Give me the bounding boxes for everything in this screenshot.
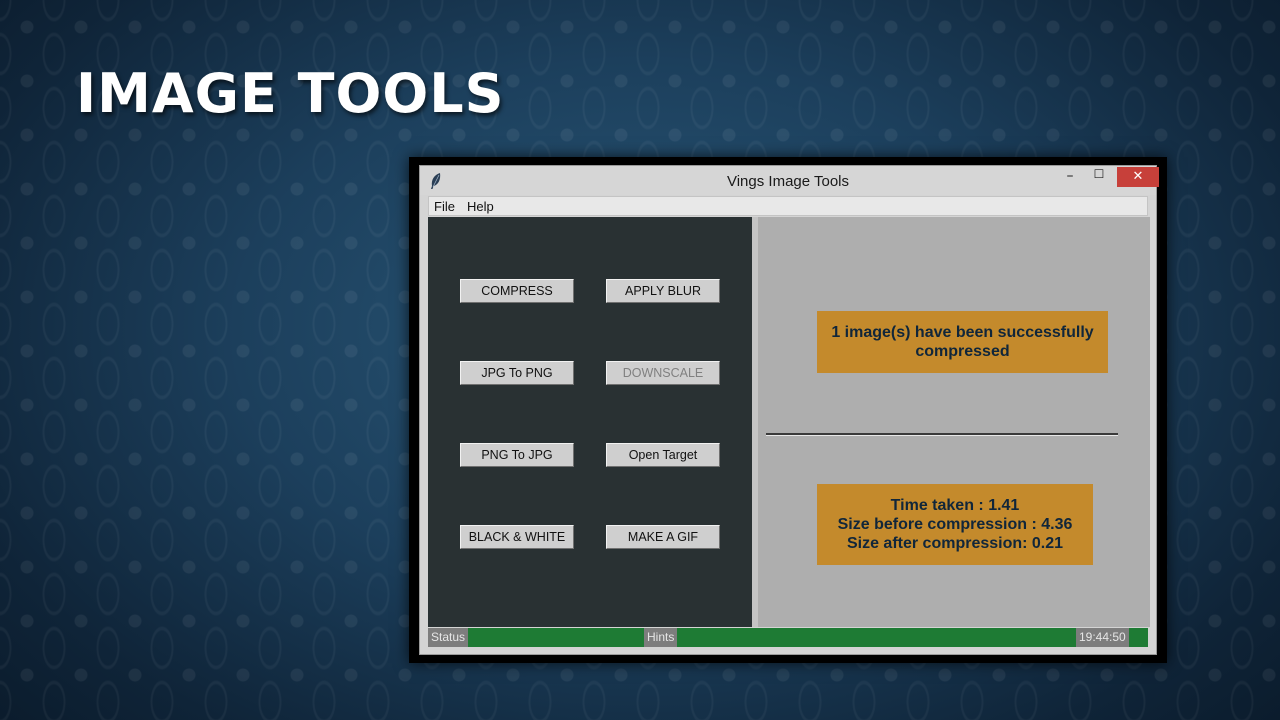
downscale-button[interactable]: DOWNSCALE xyxy=(606,361,720,385)
title-bar[interactable]: Vings Image Tools – ☐ ✕ xyxy=(420,166,1159,195)
menu-bar: File Help xyxy=(428,196,1148,216)
size-after-text: Size after compression: 0.21 xyxy=(846,535,1064,552)
window-title: Vings Image Tools xyxy=(726,173,850,190)
status-label: Status xyxy=(428,628,469,647)
menu-file[interactable]: File xyxy=(434,199,455,214)
separator-line xyxy=(766,433,1118,436)
tools-panel: COMPRESS APPLY BLUR JPG To PNG DOWNSCALE… xyxy=(428,217,752,627)
stats-message: Time taken : 1.41 Size before compressio… xyxy=(817,484,1093,565)
maximize-button[interactable]: ☐ xyxy=(1085,167,1113,188)
png-to-jpg-button[interactable]: PNG To JPG xyxy=(460,443,574,467)
menu-help[interactable]: Help xyxy=(467,199,494,214)
screenshot-frame: Vings Image Tools – ☐ ✕ File Help COMPRE… xyxy=(409,157,1167,663)
size-before-text: Size before compression : 4.36 xyxy=(837,516,1073,533)
success-line: 1 image(s) have been successfully xyxy=(831,324,1094,341)
minimize-button[interactable]: – xyxy=(1056,168,1084,189)
hints-label: Hints xyxy=(644,628,678,647)
jpg-to-png-button[interactable]: JPG To PNG xyxy=(460,361,574,385)
success-line: compressed xyxy=(915,343,1010,360)
time-taken-text: Time taken : 1.41 xyxy=(890,497,1020,514)
compress-button[interactable]: COMPRESS xyxy=(460,279,574,303)
output-panel: 1 image(s) have been successfully compre… xyxy=(758,217,1150,627)
success-message: 1 image(s) have been successfully compre… xyxy=(817,311,1108,373)
status-bar: Status Hints 19:44:50 xyxy=(428,628,1148,647)
app-window: Vings Image Tools – ☐ ✕ File Help COMPRE… xyxy=(419,165,1159,655)
apply-blur-button[interactable]: APPLY BLUR xyxy=(606,279,720,303)
make-gif-button[interactable]: MAKE A GIF xyxy=(606,525,720,549)
close-button[interactable]: ✕ xyxy=(1117,167,1159,187)
slide-title: IMAGE TOOLS xyxy=(76,62,505,125)
clock-text: 19:44:50 xyxy=(1076,628,1129,647)
open-target-button[interactable]: Open Target xyxy=(606,443,720,467)
black-white-button[interactable]: BLACK & WHITE xyxy=(460,525,574,549)
